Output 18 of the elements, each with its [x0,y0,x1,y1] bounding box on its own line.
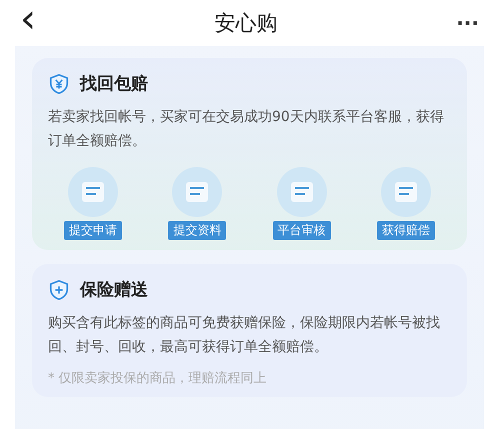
step-illustration-icon [172,167,222,217]
card-title: 保险赠送 [80,279,148,301]
yen-shield-icon [48,72,70,94]
step-illustration-icon [380,167,431,217]
step-illustration-icon [276,167,327,217]
step-label: 获得赔偿 [376,221,435,240]
plus-shield-icon [48,278,70,300]
step-label: 平台审核 [272,221,331,240]
more-button[interactable]: ··· [456,11,479,35]
back-button[interactable]: ‹ [20,0,36,39]
card-description: 若卖家找回帐号，买家可在交易成功90天内联系平台客服，获得订单全额赔偿。 [48,108,445,151]
page-title: 安心购 [214,10,278,37]
step-label: 提交申请 [64,221,122,240]
step-label: 提交资料 [168,221,226,240]
step-illustration-icon [68,167,118,217]
card-title: 找回包赔 [80,73,148,95]
card-note: * 仅限卖家投保的商品，理赔流程同上 [48,370,268,387]
card-description: 购买含有此标签的商品可免费获赠保险，保险期限内若帐号被找回、封号、回收，最高可获得订单全额赔偿。 [48,314,441,357]
